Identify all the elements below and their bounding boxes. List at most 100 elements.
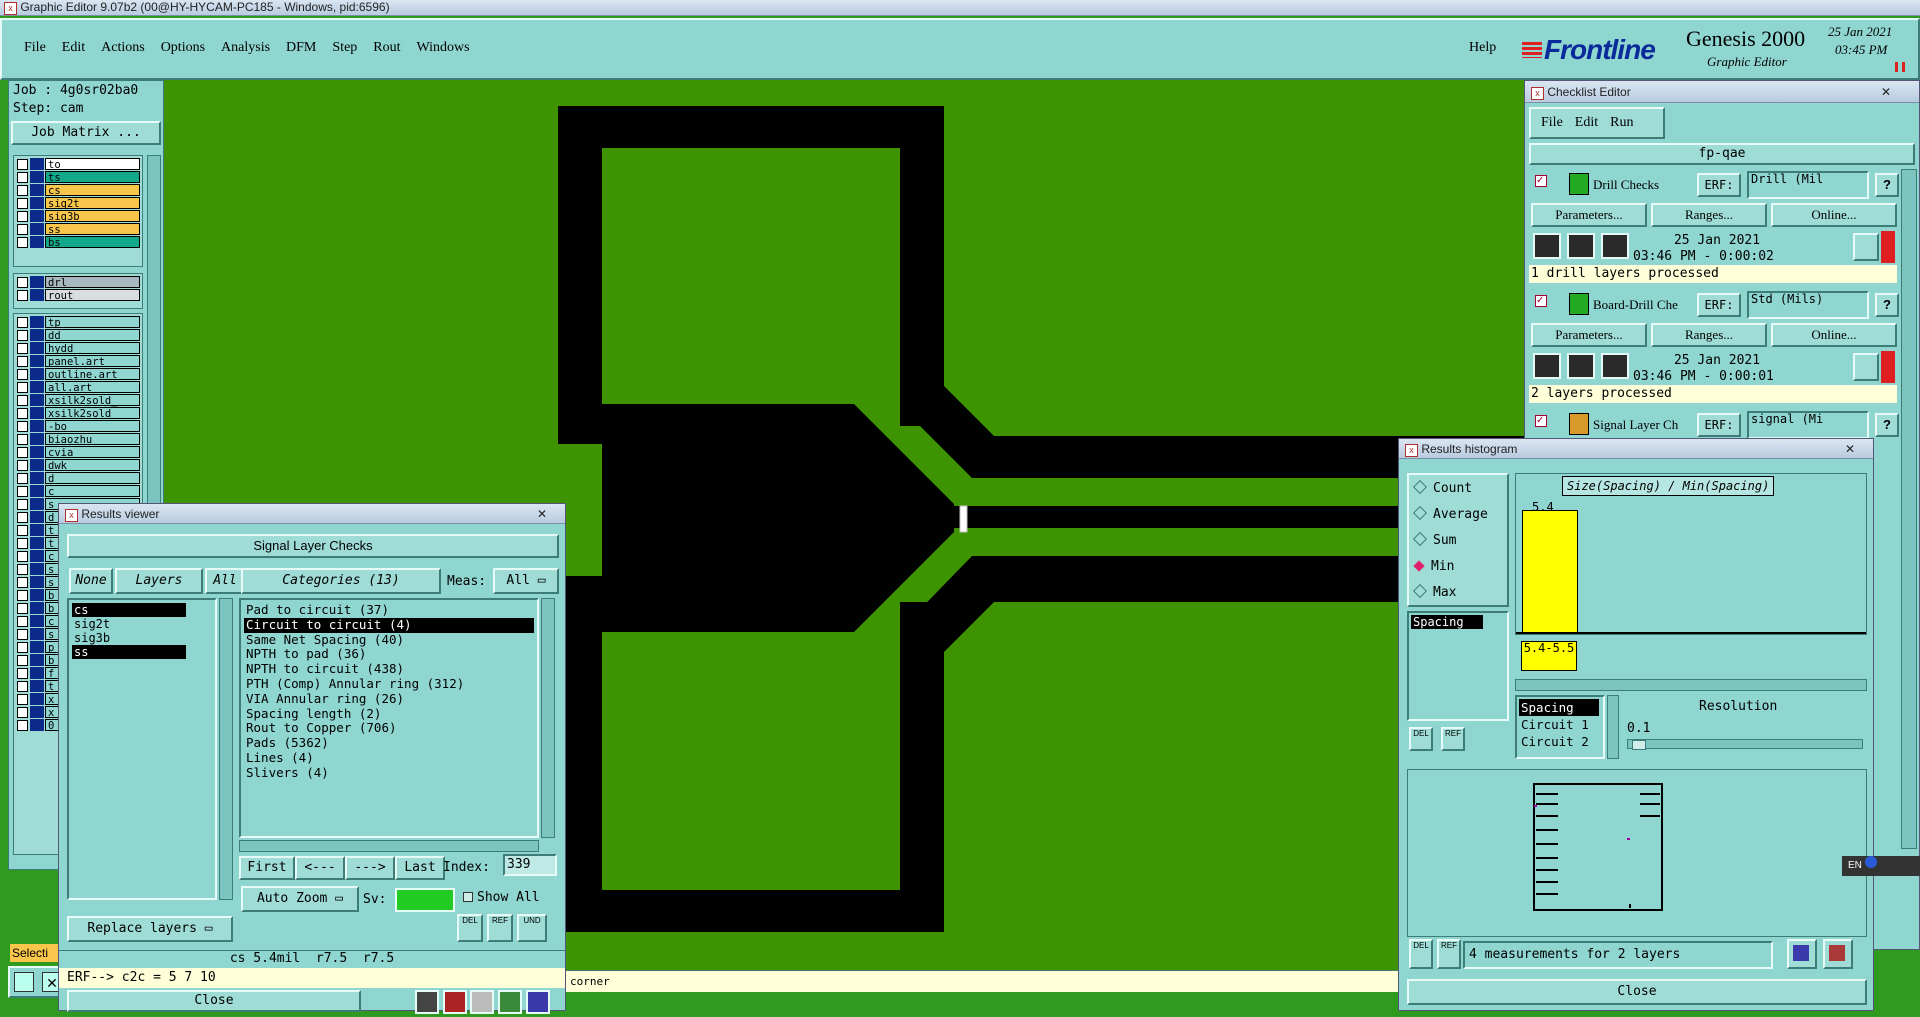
layer-checkbox[interactable] bbox=[17, 317, 28, 328]
category-item[interactable]: Lines (4) bbox=[244, 750, 534, 766]
categories-button[interactable]: Categories (13) bbox=[241, 568, 441, 594]
histogram-close-button[interactable]: Close bbox=[1407, 979, 1867, 1005]
summary-icon-1[interactable] bbox=[1787, 939, 1817, 969]
layer-checkbox[interactable] bbox=[17, 668, 28, 679]
radio-count[interactable]: Count bbox=[1412, 479, 1472, 496]
layer-checkbox[interactable] bbox=[17, 551, 28, 562]
layer-row[interactable]: d bbox=[14, 472, 142, 485]
menu-item-windows[interactable]: Windows bbox=[417, 40, 470, 55]
radio-max[interactable]: Max bbox=[1412, 583, 1456, 600]
layer-row[interactable]: dwk bbox=[14, 459, 142, 472]
category-item[interactable]: Pads (5362) bbox=[244, 735, 534, 751]
category-item[interactable]: Pad to circuit (37) bbox=[244, 602, 534, 618]
checklist-menu-edit[interactable]: Edit bbox=[1575, 115, 1598, 130]
run-step-icon[interactable] bbox=[1567, 353, 1595, 379]
zoom-icon[interactable] bbox=[1853, 233, 1879, 261]
layer-row[interactable]: rout bbox=[14, 289, 142, 302]
layer-row[interactable]: cs bbox=[14, 184, 142, 197]
category-list-scrollbar[interactable] bbox=[541, 598, 555, 838]
entry-toggle-icon[interactable]: ✓ bbox=[1535, 415, 1547, 427]
layer-checkbox[interactable] bbox=[17, 616, 28, 627]
und-button[interactable]: UND bbox=[517, 914, 547, 942]
layer-row[interactable]: cvia bbox=[14, 446, 142, 459]
layer-checkbox[interactable] bbox=[17, 720, 28, 731]
spacing-item[interactable]: Circuit 1 bbox=[1519, 716, 1599, 733]
help-button[interactable]: ? bbox=[1875, 293, 1899, 317]
parameters-button[interactable]: Parameters... bbox=[1531, 203, 1647, 227]
menu-item-analysis[interactable]: Analysis bbox=[221, 40, 270, 55]
tool-erase-icon[interactable] bbox=[470, 990, 495, 1014]
spacing-list[interactable]: Spacing Circuit 1 Circuit 2 bbox=[1515, 695, 1605, 759]
layer-row[interactable]: xsilk2sold bbox=[14, 407, 142, 420]
erf-value[interactable]: signal (Mi bbox=[1747, 411, 1869, 439]
layer-checkbox[interactable] bbox=[17, 629, 28, 640]
overview-ref-button[interactable]: REF bbox=[1437, 939, 1461, 969]
index-input[interactable]: 339 bbox=[503, 854, 557, 876]
tool-run-icon[interactable] bbox=[415, 990, 439, 1014]
layer-row[interactable]: sig2t bbox=[14, 197, 142, 210]
layer-checkbox[interactable] bbox=[17, 707, 28, 718]
histogram-ref-button[interactable]: REF bbox=[1441, 727, 1465, 751]
menu-item-options[interactable]: Options bbox=[161, 40, 205, 55]
radio-sum[interactable]: Sum bbox=[1412, 531, 1456, 548]
layer-row[interactable]: sig3b bbox=[14, 210, 142, 223]
entry-name[interactable]: Board-Drill Che bbox=[1593, 297, 1678, 313]
category-list[interactable]: Pad to circuit (37) Circuit to circuit (4… bbox=[239, 598, 539, 838]
spacing-list-scrollbar[interactable] bbox=[1607, 695, 1619, 759]
layer-row[interactable]: all.art bbox=[14, 381, 142, 394]
layer-checkbox[interactable] bbox=[17, 590, 28, 601]
parameters-button[interactable]: Parameters... bbox=[1531, 323, 1647, 347]
sv-color-dropdown[interactable] bbox=[395, 888, 455, 912]
job-matrix-button[interactable]: Job Matrix ... bbox=[11, 121, 161, 145]
del-button[interactable]: DEL bbox=[457, 914, 483, 942]
layer-checkbox[interactable] bbox=[17, 290, 28, 301]
layer-row[interactable]: biaozhu bbox=[14, 433, 142, 446]
zoom-icon[interactable] bbox=[1853, 353, 1879, 381]
layer-checkbox[interactable] bbox=[17, 408, 28, 419]
layer-checkbox[interactable] bbox=[17, 172, 28, 183]
menu-item-edit[interactable]: Edit bbox=[62, 40, 85, 55]
layer-checkbox[interactable] bbox=[17, 159, 28, 170]
layer-row[interactable]: ss bbox=[14, 223, 142, 236]
layer-checkbox[interactable] bbox=[17, 538, 28, 549]
tool-stop-icon[interactable] bbox=[442, 990, 467, 1014]
entry-action-icon[interactable] bbox=[1569, 293, 1589, 315]
layer-checkbox[interactable] bbox=[17, 237, 28, 248]
tool-chart-icon[interactable] bbox=[525, 990, 550, 1014]
category-item[interactable]: Slivers (4) bbox=[244, 765, 534, 781]
layer-row[interactable]: bs bbox=[14, 236, 142, 249]
layer-checkbox[interactable] bbox=[17, 198, 28, 209]
tool-number-icon[interactable] bbox=[497, 990, 522, 1014]
help-button[interactable]: ? bbox=[1875, 413, 1899, 437]
layer-checkbox[interactable] bbox=[17, 330, 28, 341]
layer-checkbox[interactable] bbox=[17, 694, 28, 705]
layer-checkbox[interactable] bbox=[17, 211, 28, 222]
layer-checkbox[interactable] bbox=[17, 434, 28, 445]
layer-checkbox[interactable] bbox=[17, 185, 28, 196]
layer-row[interactable]: -bo bbox=[14, 420, 142, 433]
menu-item-rout[interactable]: Rout bbox=[373, 40, 400, 55]
category-item[interactable]: Circuit to circuit (4) bbox=[244, 617, 534, 633]
layer-list-scrollbar[interactable] bbox=[219, 598, 233, 900]
layer-row[interactable]: dd bbox=[14, 329, 142, 342]
layer-checkbox[interactable] bbox=[17, 277, 28, 288]
result-layer-item[interactable]: cs bbox=[72, 603, 186, 617]
layer-checkbox[interactable] bbox=[17, 577, 28, 588]
spacing-item[interactable]: Spacing bbox=[1519, 699, 1599, 716]
category-item[interactable]: NPTH to pad (36) bbox=[244, 647, 534, 662]
category-item[interactable]: VIA Annular ring (26) bbox=[244, 691, 534, 707]
histogram-close-icon[interactable]: ✕ bbox=[1845, 439, 1855, 459]
checklist-scrollbar[interactable] bbox=[1901, 169, 1917, 849]
run-step-icon[interactable] bbox=[1601, 233, 1629, 259]
entry-name[interactable]: Signal Layer Ch bbox=[1593, 417, 1678, 433]
resolution-slider[interactable] bbox=[1627, 739, 1863, 750]
measure-type-item[interactable]: Spacing bbox=[1411, 615, 1483, 629]
result-layer-item[interactable]: sig2t bbox=[72, 617, 186, 631]
entry-toggle-icon[interactable]: ✓ bbox=[1535, 295, 1547, 307]
summary-icon-2[interactable] bbox=[1823, 939, 1853, 969]
layer-row[interactable]: xsilk2sold_ bbox=[14, 394, 142, 407]
category-item[interactable]: NPTH to circuit (438) bbox=[244, 661, 534, 677]
layer-checkbox[interactable] bbox=[17, 525, 28, 536]
layer-checkbox[interactable] bbox=[17, 224, 28, 235]
entry-toggle-icon[interactable]: ✓ bbox=[1535, 175, 1547, 187]
